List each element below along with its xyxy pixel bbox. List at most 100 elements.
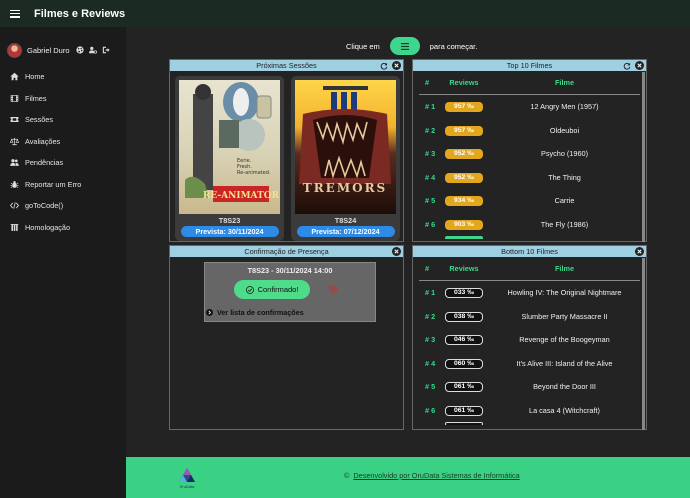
table-header: # Reviews Filme xyxy=(419,257,640,281)
film-cell: La casa 4 (Witchcraft) xyxy=(529,405,600,415)
sidebar-item-label: Filmes xyxy=(25,93,47,103)
table-row-partial xyxy=(419,236,640,239)
film-cell: 12 Angry Men (1957) xyxy=(530,102,599,112)
film-cell: Howling IV: The Original Nightmare xyxy=(507,288,622,298)
score-badge xyxy=(445,422,483,425)
column-film: Filme xyxy=(554,264,575,273)
refresh-icon[interactable] xyxy=(622,61,631,70)
score-badge: 957 ‰ xyxy=(445,125,483,136)
film-cell: Beyond the Door III xyxy=(533,382,596,392)
copyright-icon: © xyxy=(344,471,350,480)
top10-table-body: # 1 957 ‰ 12 Angry Men (1957) # 2 957 ‰ Olde… xyxy=(419,95,640,239)
column-reviews: Reviews xyxy=(449,78,479,87)
attendance-session: T8S23 - 30/11/2024 14:00 xyxy=(247,266,333,275)
user-settings-icon[interactable] xyxy=(88,46,97,54)
score-badge: 060 ‰ xyxy=(445,358,483,369)
sidebar-item-avaliacoes[interactable]: Avaliações xyxy=(0,131,126,153)
user-name: Gabriel Duro xyxy=(27,45,70,55)
user-row: Gabriel Duro xyxy=(0,39,126,61)
sidebar-item-label: Sessões xyxy=(25,115,53,125)
scrollbar[interactable] xyxy=(642,72,645,242)
rank-cell: # 1 xyxy=(425,102,436,112)
score-badge xyxy=(445,236,483,239)
footer: OruData © Desenvolvido por OruData Siste… xyxy=(126,457,690,498)
list-icon xyxy=(400,42,409,50)
footer-credit: © Desenvolvido por OruData Sistemas de I… xyxy=(344,471,520,480)
cancel-icon[interactable] xyxy=(329,285,337,293)
column-reviews: Reviews xyxy=(449,264,479,273)
sidebar-item-home[interactable]: Home xyxy=(0,66,126,88)
table-row[interactable]: # 6 903 ‰ The Fly (1986) xyxy=(419,213,640,237)
sidebar-item-gotocode[interactable]: goToCode() xyxy=(0,195,126,217)
bottom10-panel: Bottom 10 Filmes # Reviews Filme # 1 033 … xyxy=(412,245,647,430)
sidebar-item-label: Reportar um Erro xyxy=(25,179,82,189)
sidebar-item-label: Pendências xyxy=(25,158,64,168)
film-icon xyxy=(10,94,19,102)
panel-title: Confirmação de Presença xyxy=(244,247,329,256)
palette-icon[interactable] xyxy=(75,46,84,54)
score-badge: 061 ‰ xyxy=(445,382,483,393)
scrollbar[interactable] xyxy=(642,258,645,430)
session-card[interactable]: Eerie. Fresh. Re-animated. RE-ANIMATOR T… xyxy=(175,76,284,241)
table-header: # Reviews Filme xyxy=(419,71,640,95)
table-row[interactable]: # 6 061 ‰ La casa 4 (Witchcraft) xyxy=(419,399,640,423)
sidebar-item-filmes[interactable]: Filmes xyxy=(0,88,126,110)
table-row[interactable]: # 1 033 ‰ Howling IV: The Original Nightma… xyxy=(419,281,640,305)
start-menu-button[interactable] xyxy=(389,37,420,55)
session-date-badge[interactable]: Prevista: 30/11/2024 xyxy=(180,226,279,237)
rank-cell: # 6 xyxy=(425,405,436,415)
score-badge: 952 ‰ xyxy=(445,149,483,160)
table-row[interactable]: # 5 934 ‰ Carrie xyxy=(419,189,640,213)
table-row[interactable]: # 1 957 ‰ 12 Angry Men (1957) xyxy=(419,95,640,119)
close-icon[interactable] xyxy=(635,61,644,70)
table-row[interactable]: # 2 957 ‰ Oldeuboi xyxy=(419,119,640,143)
refresh-icon[interactable] xyxy=(379,61,388,70)
movie-poster[interactable]: TREMORS xyxy=(295,80,396,214)
top10-panel: Top 10 Filmes # Reviews Filme # 1 957 ‰ 12… xyxy=(412,59,647,242)
session-card[interactable]: TREMORS T8S24 Prevista: 07/12/2024 xyxy=(291,76,400,241)
table-row[interactable]: # 5 061 ‰ Beyond the Door III xyxy=(419,375,640,399)
scale-icon xyxy=(10,137,19,145)
bug-icon xyxy=(10,180,19,188)
panel-header: Próximas Sessões xyxy=(170,60,403,71)
confirmed-button[interactable]: Confirmado! xyxy=(234,280,310,299)
home-icon xyxy=(10,72,19,81)
score-badge: 033 ‰ xyxy=(445,288,483,299)
panel-title: Top 10 Filmes xyxy=(506,61,553,70)
users-icon xyxy=(10,159,19,167)
sidebar-item-reportar-erro[interactable]: Reportar um Erro xyxy=(0,174,126,196)
sidebar-item-homologacao[interactable]: Homologação xyxy=(0,217,126,239)
film-cell: It's Alive III: Island of the Alive xyxy=(516,358,613,368)
table-row[interactable]: # 4 952 ‰ The Thing xyxy=(419,166,640,190)
orudata-logo[interactable]: OruData xyxy=(177,467,197,491)
poster-title: TREMORS xyxy=(303,181,387,195)
attendance-panel: Confirmação de Presença T8S23 - 30/11/20… xyxy=(169,245,404,430)
ticket-icon xyxy=(10,117,19,123)
close-icon[interactable] xyxy=(392,247,401,256)
score-badge: 038 ‰ xyxy=(445,311,483,322)
sidebar-item-sessoes[interactable]: Sessões xyxy=(0,109,126,131)
developer-link[interactable]: Desenvolvido por OruData Sistemas de Inf… xyxy=(353,471,519,480)
see-confirmations-link[interactable]: Ver lista de confirmações xyxy=(206,308,304,317)
movie-poster[interactable]: Eerie. Fresh. Re-animated. RE-ANIMATOR xyxy=(179,80,280,214)
start-text-after: para começar. xyxy=(429,41,478,51)
table-row[interactable]: # 3 046 ‰ Revenge of the Boogeyman xyxy=(419,328,640,352)
table-row[interactable]: # 3 952 ‰ Psycho (1960) xyxy=(419,142,640,166)
table-row[interactable]: # 4 060 ‰ It's Alive III: Island of the Al… xyxy=(419,352,640,376)
logout-icon[interactable] xyxy=(102,46,110,54)
sidebar-item-label: Home xyxy=(25,72,45,82)
session-date-badge[interactable]: Prevista: 07/12/2024 xyxy=(296,226,395,237)
close-icon[interactable] xyxy=(392,61,401,70)
rank-cell: # 2 xyxy=(425,311,436,321)
check-circle-icon xyxy=(245,285,254,294)
rank-cell: # 6 xyxy=(425,219,436,229)
avatar[interactable] xyxy=(7,42,22,58)
close-icon[interactable] xyxy=(635,247,644,256)
sidebar-item-pendencias[interactable]: Pendências xyxy=(0,152,126,174)
rank-cell: # 4 xyxy=(425,172,436,182)
session-code: T8S24 xyxy=(334,216,357,225)
table-row[interactable]: # 2 038 ‰ Slumber Party Massacre II xyxy=(419,305,640,329)
film-cell: Oldeuboi xyxy=(549,125,580,135)
score-badge: 903 ‰ xyxy=(445,219,483,230)
menu-icon[interactable] xyxy=(10,9,20,18)
